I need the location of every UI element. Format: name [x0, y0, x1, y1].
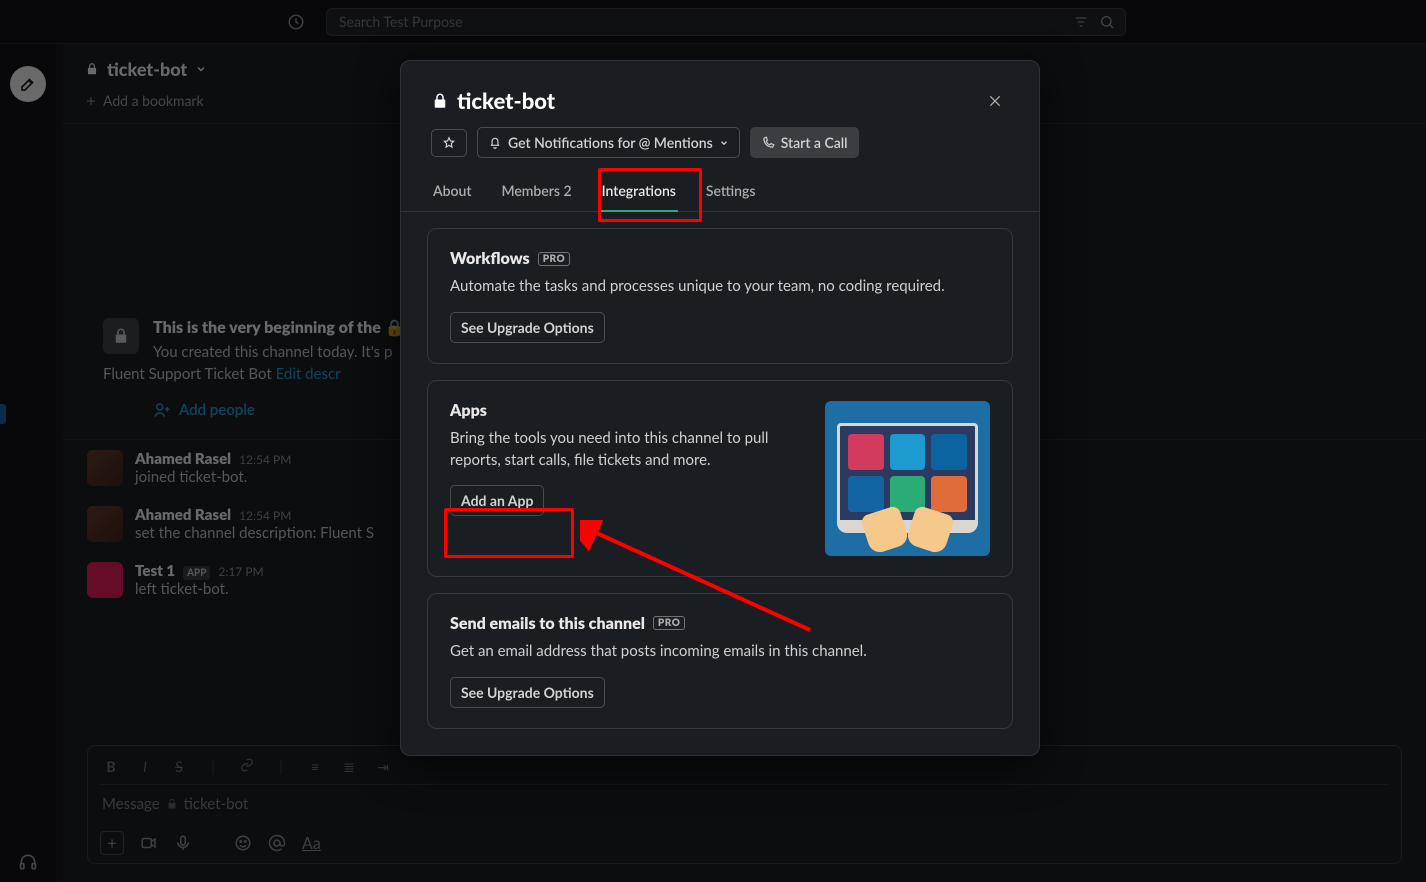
upgrade-options-button[interactable]: See Upgrade Options	[450, 312, 605, 343]
workflows-desc: Automate the tasks and processes unique …	[450, 276, 990, 298]
apps-desc: Bring the tools you need into this chann…	[450, 428, 807, 472]
upgrade-options-button[interactable]: See Upgrade Options	[450, 677, 605, 708]
apps-card: Apps Bring the tools you need into this …	[427, 380, 1013, 577]
bell-icon	[488, 136, 502, 150]
tab-about[interactable]: About	[431, 172, 473, 211]
modal-tabs: About Members 2 Integrations Settings	[401, 172, 1039, 212]
emails-card: Send emails to this channel PRO Get an em…	[427, 593, 1013, 729]
tab-members[interactable]: Members 2	[499, 172, 573, 211]
apps-illustration	[825, 401, 990, 556]
notifications-button[interactable]: Get Notifications for @ Mentions	[477, 127, 740, 158]
workflows-title: Workflows	[450, 249, 530, 268]
start-call-button[interactable]: Start a Call	[750, 127, 859, 158]
emails-desc: Get an email address that posts incoming…	[450, 641, 990, 663]
pro-badge: PRO	[538, 252, 570, 266]
star-button[interactable]	[431, 129, 467, 157]
close-button[interactable]	[981, 87, 1009, 115]
channel-details-modal: ticket-bot Get Notifications for @ Menti…	[400, 60, 1040, 756]
tab-settings[interactable]: Settings	[704, 172, 758, 211]
emails-title: Send emails to this channel	[450, 614, 645, 633]
modal-title: ticket-bot	[431, 87, 555, 114]
chevron-down-icon	[719, 138, 729, 148]
pro-badge: PRO	[653, 616, 685, 630]
phone-icon	[761, 136, 775, 150]
close-icon	[987, 93, 1003, 109]
add-app-button[interactable]: Add an App	[450, 485, 544, 516]
lock-icon	[431, 92, 449, 110]
star-icon	[442, 136, 456, 150]
tab-integrations[interactable]: Integrations	[600, 172, 678, 211]
apps-title: Apps	[450, 401, 807, 420]
workflows-card: Workflows PRO Automate the tasks and proc…	[427, 228, 1013, 364]
